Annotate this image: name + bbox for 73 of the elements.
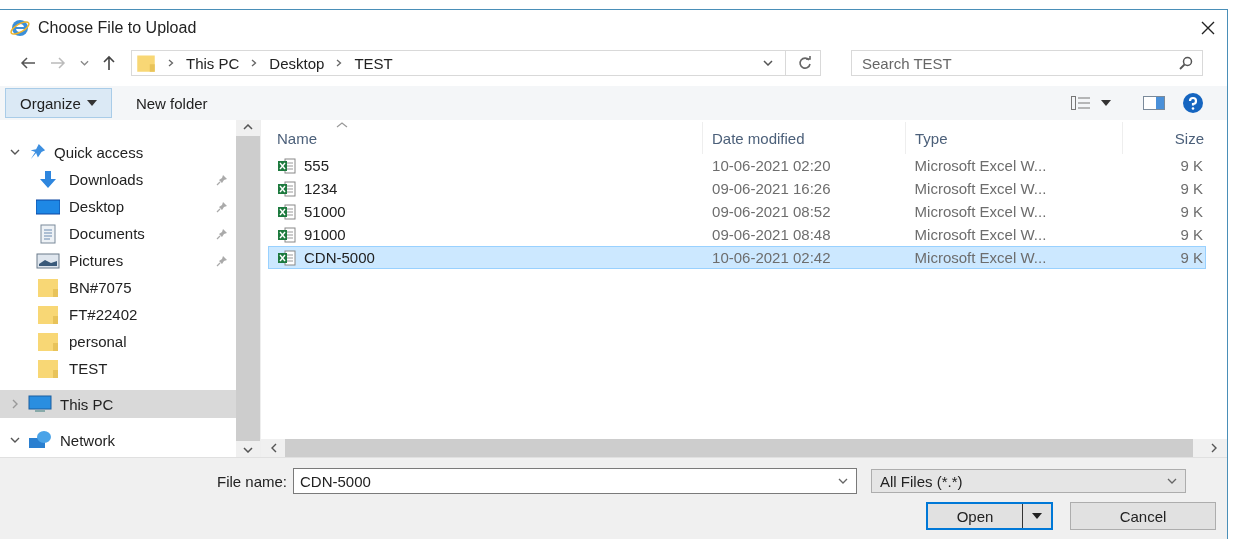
monitor-icon [28,394,52,414]
file-row[interactable]: 1234 09-06-2021 16:26 Microsoft Excel W... 9 K [268,177,1206,200]
open-button[interactable]: Open [926,502,1053,530]
folder-icon [36,358,60,379]
desktop-icon [36,196,60,217]
folder-icon [36,331,60,352]
sidebar-item[interactable]: Downloads [0,166,236,193]
file-name-field[interactable]: CDN-5000 [293,468,858,494]
close-icon[interactable] [1201,21,1215,35]
breadcrumb-item[interactable]: This PC [186,54,240,72]
sidebar-item[interactable]: Pictures [0,247,236,274]
search-field[interactable]: Search TEST [851,50,1203,76]
file-row[interactable]: 91000 09-06-2021 08:48 Microsoft Excel W... 9 K [268,223,1206,246]
scroll-down-icon[interactable] [243,447,253,453]
sidebar-item[interactable]: Network [0,426,236,454]
image-icon [36,250,60,271]
search-icon[interactable] [1179,56,1193,70]
sidebar-item[interactable]: FT#22402 [0,301,236,328]
file-row[interactable]: CDN-5000 10-06-2021 02:42 Microsoft Excel W... 9 K [268,246,1206,269]
chevron-down-icon[interactable] [10,149,20,155]
help-icon[interactable] [1183,93,1203,113]
scroll-right-icon[interactable] [1211,443,1217,453]
dropdown-caret-icon[interactable] [1101,100,1111,106]
chevron-down-icon[interactable] [10,437,20,443]
sidebar-item[interactable]: This PC [0,390,236,418]
up-arrow-icon[interactable] [103,55,115,71]
sidebar-item[interactable]: Desktop [0,193,236,220]
chevron-right-icon [251,59,258,67]
sidebar-item[interactable]: TEST [0,355,236,382]
chevron-down-icon[interactable] [80,60,89,66]
column-header[interactable]: Size [1123,122,1206,154]
file-row[interactable]: 51000 09-06-2021 08:52 Microsoft Excel W... 9 K [268,200,1206,223]
spreadsheet-file-icon [278,157,296,174]
view-options-icon[interactable] [1071,96,1091,110]
chevron-down-icon [1167,478,1178,484]
new-folder-button[interactable]: New folder [129,94,214,112]
breadcrumb-item[interactable]: TEST [354,54,393,72]
column-header[interactable]: Type [906,122,1123,154]
folder-icon [36,277,60,298]
spreadsheet-file-icon [278,203,296,220]
sidebar-item[interactable]: BN#7075 [0,274,236,301]
network-icon [28,430,52,450]
chevron-right-icon [168,59,174,67]
folder-icon [136,53,156,73]
column-header[interactable]: Name [268,122,703,154]
cancel-button[interactable]: Cancel [1070,502,1216,530]
organize-button[interactable]: Organize [5,88,112,118]
preview-pane-icon[interactable] [1143,96,1165,110]
sidebar-item[interactable]: Quick access [0,138,236,166]
file-row[interactable]: 555 10-06-2021 02:20 Microsoft Excel W... 9 K [268,154,1206,177]
back-arrow-icon[interactable] [20,57,36,69]
scroll-up-icon[interactable] [243,124,253,130]
column-header[interactable]: Date modified [703,122,906,154]
browser-icon [10,18,30,38]
spreadsheet-file-icon [278,226,296,243]
file-name-label: File name: [217,472,288,490]
sidebar-item[interactable]: Documents [0,220,236,247]
spreadsheet-file-icon [278,180,296,197]
caret-icon [1032,513,1042,519]
file-type-dropdown[interactable]: All Files (*.*) [871,469,1187,493]
chevron-right-icon [336,59,343,67]
folder-icon [36,304,60,325]
breadcrumb-item[interactable]: Desktop [269,54,325,72]
chevron-down-icon[interactable] [763,60,773,66]
sort-caret-icon [336,122,348,128]
window-title: Choose File to Upload [38,19,197,37]
refresh-icon[interactable] [798,56,812,70]
address-bar[interactable]: This PC Desktop TEST [131,50,821,76]
spreadsheet-file-icon [278,249,296,266]
sidebar-item[interactable]: personal [0,328,236,355]
scroll-left-icon[interactable] [271,443,277,453]
caret-icon [86,100,97,106]
chevron-down-icon[interactable] [838,478,849,484]
